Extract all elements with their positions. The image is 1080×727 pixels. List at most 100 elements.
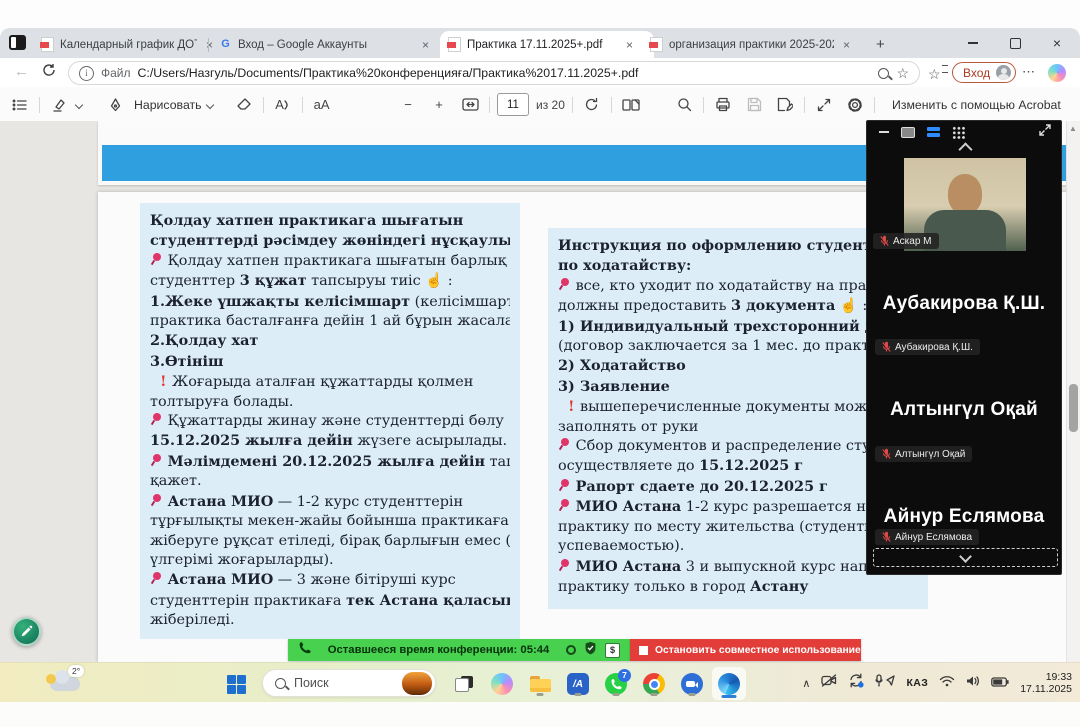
shield-check-icon[interactable] (584, 641, 597, 660)
record-circle-icon[interactable] (566, 645, 576, 655)
favorite-star-icon[interactable]: ☆ (896, 66, 909, 80)
desktop-strip (0, 702, 1080, 727)
tab-calendar-pdf[interactable]: Календарный график ДОТ 2025- × (33, 31, 224, 58)
zoom-in-icon[interactable]: + (427, 93, 451, 117)
window-minimize-button[interactable] (956, 28, 990, 58)
favorites-bar-icon[interactable]: ☆ (928, 65, 948, 83)
edit-with-acrobat-button[interactable]: Изменить с помощью Acrobat (892, 98, 1061, 112)
running-indicator (537, 693, 544, 696)
toc-icon[interactable] (8, 93, 32, 117)
print-icon[interactable] (711, 93, 735, 117)
back-icon[interactable]: ← (14, 63, 29, 80)
signin-button[interactable]: Вход (952, 62, 1016, 83)
taskbar-search[interactable]: Поиск (262, 669, 436, 697)
refresh-icon[interactable] (42, 63, 56, 81)
panel-expand-icon[interactable] (1039, 123, 1051, 141)
participant-label: Аскар М (873, 233, 939, 249)
mic-muted-icon (882, 531, 891, 543)
copilot-icon[interactable] (1048, 64, 1066, 82)
dollar-badge-icon[interactable]: $ (605, 643, 620, 658)
fullscreen-icon[interactable] (812, 93, 836, 117)
page-number-input[interactable] (497, 93, 529, 116)
panel-minimize-icon[interactable] (879, 131, 889, 133)
highlighter-icon[interactable] (47, 93, 71, 117)
mic-location-icon[interactable] (875, 674, 895, 692)
start-button[interactable] (222, 670, 250, 698)
chevron-down-icon[interactable] (205, 100, 213, 108)
mic-muted-icon (882, 341, 891, 353)
edge-button-active[interactable] (712, 667, 746, 700)
scroll-up-icon[interactable]: ▲ (1069, 124, 1077, 133)
new-tab-button[interactable]: + (876, 36, 885, 53)
battery-icon[interactable] (991, 674, 1009, 692)
clock[interactable]: 19:33 17.11.2025 (1020, 671, 1072, 696)
search-document-icon[interactable] (672, 93, 696, 117)
file-explorer-button[interactable] (526, 670, 554, 698)
page-view-icon[interactable] (619, 93, 643, 117)
settings-gear-icon[interactable] (843, 93, 867, 117)
tab-close-icon[interactable]: × (840, 38, 853, 52)
more-participants-button[interactable] (873, 548, 1058, 567)
zoom-out-icon[interactable]: − (396, 93, 420, 117)
panel-popout-icon[interactable] (901, 127, 915, 138)
draw-button-label[interactable]: Нарисовать (134, 98, 202, 112)
url-field[interactable]: i Файл C:/Users/Назгуль/Documents/Практи… (68, 61, 920, 85)
chrome-button[interactable] (640, 670, 668, 698)
task-view-button[interactable] (450, 670, 478, 698)
pdf-file-icon (448, 37, 461, 52)
scrollbar-thumb[interactable] (1069, 384, 1078, 432)
gallery-view-icon[interactable] (952, 126, 965, 139)
pdf-toolbar: Нарисовать A аА − + из 20 (0, 88, 1080, 122)
participant-label: Алтынгүл Оқай (875, 446, 972, 462)
wifi-icon[interactable] (939, 674, 955, 692)
fit-width-icon[interactable] (458, 93, 482, 117)
sync-icon[interactable] (848, 673, 864, 693)
tab-organizaciya-pdf[interactable]: организация практики 2025-202 × (642, 31, 876, 58)
speaker-view-icon[interactable] (927, 127, 940, 137)
tab-title: Вход – Google Аккаунты (238, 39, 413, 51)
weather-temp-badge: 2° (68, 665, 84, 677)
meeting-panel[interactable]: Аскар М Аубакирова Қ.Ш. Аубакирова Қ.Ш. … (866, 120, 1062, 575)
mic-muted-icon (882, 448, 891, 460)
browser-menu-icon[interactable]: ⋯ (1022, 64, 1036, 80)
task-view-icon (455, 676, 473, 692)
chevron-up-icon[interactable] (958, 142, 972, 156)
pen-icon[interactable] (103, 93, 127, 117)
eraser-icon[interactable] (232, 93, 256, 117)
taskbar: 2° Поиск /A 7 (0, 662, 1080, 703)
read-aloud-icon[interactable]: A (271, 93, 295, 117)
ma-app-button[interactable]: /A (564, 670, 592, 698)
tray-chevron-icon[interactable]: ∧ (802, 677, 810, 690)
search-placeholder: Поиск (294, 676, 394, 690)
chevron-down-icon[interactable] (75, 100, 83, 108)
window-maximize-button[interactable] (998, 28, 1032, 58)
tab-praktika-pdf-active[interactable]: Практика 17.11.2025+.pdf × (440, 31, 654, 58)
weather-widget[interactable]: 2° (44, 667, 96, 699)
time-remaining-text: Оставшееся время конференции: 05:44 (319, 644, 558, 656)
copilot-button[interactable] (488, 670, 516, 698)
rotate-icon[interactable] (580, 93, 604, 117)
camera-off-icon[interactable] (821, 674, 837, 692)
tab-title: Календарный график ДОТ 2025- (60, 39, 197, 51)
pdf-file-icon (650, 37, 663, 52)
tab-actions-icon[interactable] (9, 35, 26, 50)
bing-daily-image[interactable] (402, 672, 432, 695)
tab-google-signin[interactable]: G Вход – Google Аккаунты × (211, 31, 453, 58)
info-icon[interactable]: i (79, 66, 94, 81)
url-text[interactable]: C:/Users/Назгуль/Documents/Практика%20ко… (138, 66, 872, 80)
chevron-down-icon (959, 550, 972, 563)
save-as-icon[interactable] (773, 93, 797, 117)
participant-name-large: Айнур Еслямова (867, 506, 1061, 528)
stop-sharing-bar[interactable]: Остановить совместное использование (630, 639, 861, 661)
meeting-panel-header (867, 121, 1061, 143)
tab-close-icon[interactable]: × (419, 38, 432, 52)
window-close-button[interactable]: × (1040, 28, 1074, 58)
zoom-search-icon[interactable] (878, 68, 889, 79)
whatsapp-button[interactable]: 7 (602, 670, 630, 698)
language-indicator[interactable]: КАЗ (906, 677, 928, 689)
volume-icon[interactable] (966, 674, 980, 692)
tab-close-icon[interactable]: × (623, 38, 636, 52)
annotate-pencil-button[interactable] (12, 617, 41, 646)
translate-icon[interactable]: аА (310, 93, 334, 117)
zoom-button[interactable] (678, 670, 706, 698)
